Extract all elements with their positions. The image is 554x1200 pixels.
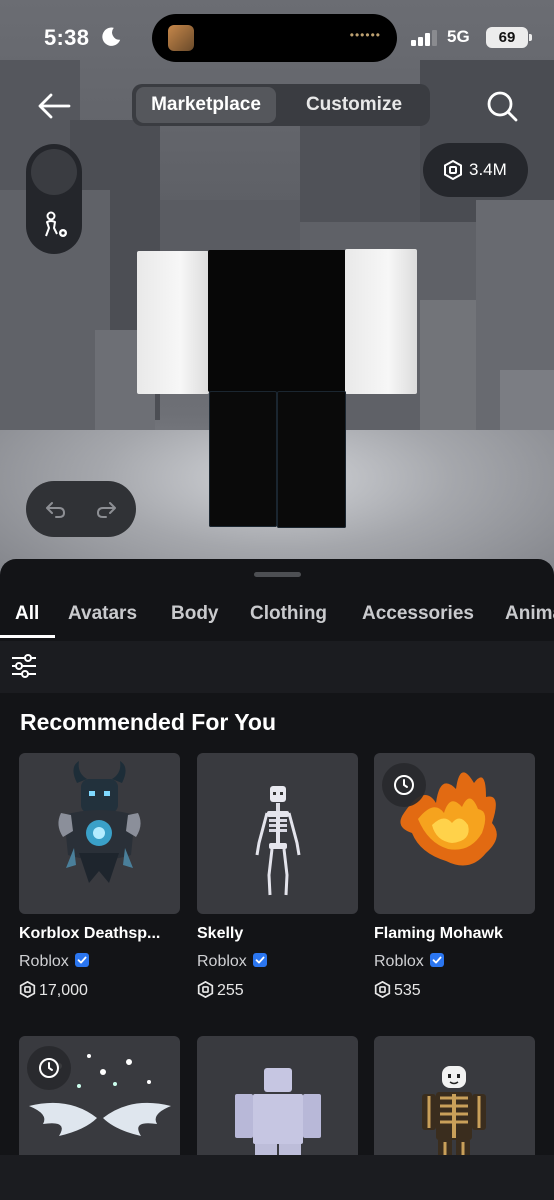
- live-activity-dots: ••••••: [349, 28, 381, 42]
- limited-time-badge: [27, 1046, 71, 1090]
- creator-name[interactable]: Roblox: [197, 953, 247, 970]
- item-price-value: 17,000: [39, 982, 88, 999]
- filter-sliders-icon[interactable]: [10, 652, 38, 680]
- active-tab-indicator: [0, 635, 55, 638]
- creator-name[interactable]: Roblox: [374, 953, 424, 970]
- korblox-deathspeaker-image: [58, 761, 141, 883]
- scene-block: [420, 300, 480, 450]
- avatar-tools-panel: [26, 144, 82, 254]
- tab-avatars[interactable]: Avatars: [68, 603, 137, 625]
- avatar-torso: [208, 250, 346, 392]
- bottom-nav-area: [0, 1155, 554, 1200]
- section-title: Recommended For You: [20, 709, 277, 735]
- tab-all[interactable]: All: [15, 603, 39, 625]
- back-arrow-icon[interactable]: [34, 88, 74, 124]
- status-time: 5:38: [44, 25, 90, 50]
- robux-icon: [444, 160, 462, 180]
- tab-clothing[interactable]: Clothing: [250, 603, 327, 625]
- item-thumbnail[interactable]: [19, 753, 180, 914]
- undo-redo-controls: [26, 481, 136, 537]
- item-name[interactable]: Korblox Deathsp...: [19, 925, 189, 943]
- item-price: 535: [374, 981, 421, 1000]
- item-thumbnail[interactable]: [374, 753, 535, 914]
- item-price: 255: [197, 981, 244, 1000]
- robux-balance-value: 3.4M: [469, 160, 507, 179]
- item-creator[interactable]: Roblox: [374, 952, 445, 971]
- item-price: 17,000: [19, 981, 88, 1000]
- tab-animations[interactable]: Animations: [505, 603, 554, 625]
- robux-balance[interactable]: 3.4M: [423, 143, 528, 197]
- search-icon[interactable]: [484, 88, 520, 124]
- network-type: 5G: [447, 27, 470, 46]
- tab-body[interactable]: Body: [171, 603, 219, 625]
- battery-indicator: 69: [486, 27, 532, 48]
- clock-icon: [394, 775, 414, 795]
- cell-signal-icon: [411, 30, 437, 46]
- tab-accessories[interactable]: Accessories: [362, 603, 474, 625]
- item-thumbnail[interactable]: [197, 753, 358, 914]
- avatar-left-leg: [209, 391, 277, 527]
- robux-icon: [19, 981, 36, 998]
- clock-icon: [39, 1058, 59, 1078]
- avatar-settings-icon[interactable]: [40, 210, 70, 240]
- robux-icon: [374, 981, 391, 998]
- marketplace-customize-switch: Marketplace Customize: [132, 84, 430, 126]
- robux-icon: [197, 981, 214, 998]
- tab-marketplace[interactable]: Marketplace: [136, 87, 276, 123]
- filter-bar: [0, 641, 554, 693]
- undo-icon[interactable]: [44, 497, 68, 521]
- avatar-right-arm: [345, 249, 417, 394]
- creator-name[interactable]: Roblox: [19, 953, 69, 970]
- verified-badge-icon: [74, 953, 89, 967]
- view-toggle-button[interactable]: [31, 149, 77, 195]
- redo-icon[interactable]: [94, 497, 118, 521]
- item-creator[interactable]: Roblox: [19, 952, 90, 971]
- item-name[interactable]: Flaming Mohawk: [374, 925, 544, 943]
- tab-customize[interactable]: Customize: [282, 87, 426, 123]
- live-activity-app-icon[interactable]: [168, 25, 194, 51]
- avatar-preview-scene[interactable]: 5:38 •••••• 5G 69 Marketplace Customize: [0, 0, 554, 590]
- category-tabs: All Avatars Body Clothing Accessories An…: [0, 593, 554, 641]
- item-name[interactable]: Skelly: [197, 925, 367, 943]
- item-price-value: 535: [394, 982, 421, 999]
- marketplace-sheet: All Avatars Body Clothing Accessories An…: [0, 559, 554, 1200]
- scene-block: [300, 120, 430, 230]
- moon-icon: [102, 27, 121, 46]
- avatar-left-arm: [137, 251, 209, 394]
- sheet-drag-handle[interactable]: [254, 572, 301, 577]
- avatar-right-leg: [277, 391, 346, 528]
- item-price-value: 255: [217, 982, 244, 999]
- verified-badge-icon: [429, 953, 444, 967]
- item-creator[interactable]: Roblox: [197, 952, 268, 971]
- skelly-image: [255, 786, 301, 896]
- limited-time-badge: [382, 763, 426, 807]
- dynamic-island[interactable]: ••••••: [152, 14, 397, 62]
- verified-badge-icon: [252, 953, 267, 967]
